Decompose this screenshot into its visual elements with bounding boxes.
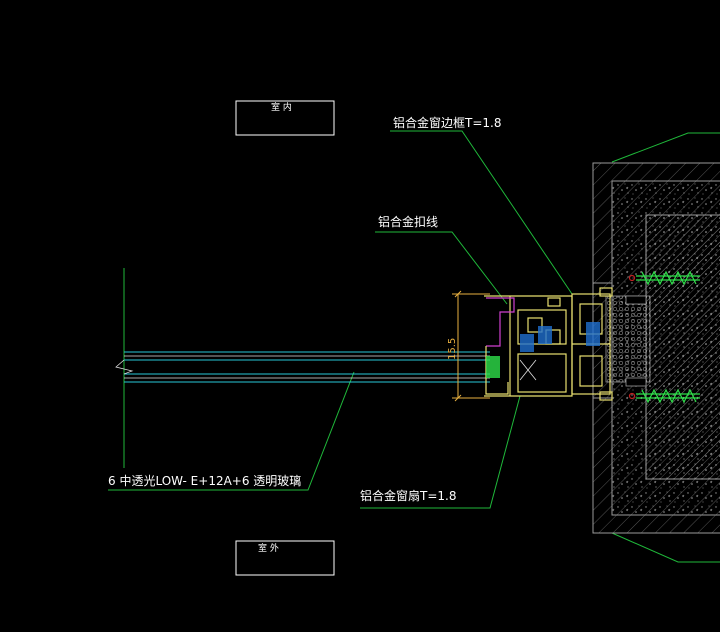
glass-callout-label: 6 中透光LOW- E+12A+6 透明玻璃: [108, 473, 301, 488]
wall-section: [592, 162, 720, 534]
frame-callout-label: 铝合金窗边框T=1.8: [393, 115, 501, 130]
foam-filler: [605, 295, 651, 383]
insulated-glass: [115, 351, 490, 383]
wall-leader-top: [611, 132, 720, 163]
bead-callout-label: 铝合金扣线: [378, 214, 438, 229]
gaskets: [486, 322, 600, 381]
bead-leader: [375, 231, 508, 305]
outdoor-label-box: 室 外: [235, 540, 335, 576]
wall-leader-bottom: [611, 532, 720, 563]
glass-leader: [108, 371, 355, 491]
indoor-label-box: 室 内: [235, 100, 335, 136]
cad-drawing-canvas: 室 内 室 外 铝合金窗边框T=1.8 铝合金扣线 6 中透光LOW- E+12…: [108, 100, 720, 576]
outdoor-label: 室 外: [258, 542, 279, 554]
indoor-label: 室 内: [271, 101, 292, 113]
sash-callout-label: 铝合金窗扇T=1.8: [360, 488, 456, 503]
dimension-value: 15.5: [447, 338, 458, 360]
